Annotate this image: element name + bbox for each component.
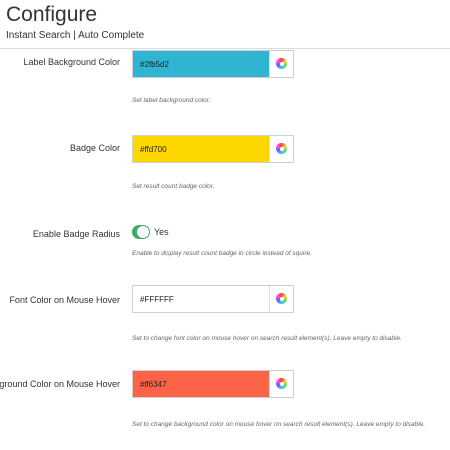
color-picker-button[interactable]: [269, 371, 293, 397]
breadcrumb: Instant Search | Auto Complete: [6, 30, 145, 41]
badge-radius-toggle-label: Yes: [154, 227, 169, 237]
label-background-color-label: Label Background Color: [23, 57, 120, 67]
bg-hover-color-value: #ff6347: [140, 380, 167, 389]
toggle-knob: [137, 226, 149, 238]
font-hover-color-help: Set to change font color on mouse hover …: [132, 335, 402, 342]
color-wheel-icon: [276, 58, 287, 69]
label-background-color-help: Set label background color.: [132, 97, 211, 104]
bg-hover-color-help: Set to change background color on mouse …: [132, 421, 426, 428]
font-hover-color-field[interactable]: #FFFFFF: [132, 285, 294, 313]
badge-color-field[interactable]: #ffd700: [132, 135, 294, 163]
label-background-color-swatch[interactable]: #2fb5d2: [133, 51, 271, 77]
badge-radius-toggle[interactable]: [132, 225, 150, 239]
color-picker-button[interactable]: [269, 51, 293, 77]
font-hover-color-label: Font Color on Mouse Hover: [9, 295, 120, 305]
configure-page: Configure Instant Search | Auto Complete…: [0, 0, 450, 450]
bg-hover-color-swatch[interactable]: #ff6347: [133, 371, 271, 397]
badge-color-label: Badge Color: [69, 143, 120, 153]
font-hover-color-swatch[interactable]: #FFFFFF: [133, 286, 271, 312]
badge-color-swatch[interactable]: #ffd700: [133, 136, 271, 162]
badge-color-value: #ffd700: [140, 145, 167, 154]
bg-hover-color-label: Background Color on Mouse Hover: [0, 379, 120, 389]
page-header: Configure Instant Search | Auto Complete: [0, 0, 450, 49]
bg-hover-color-field[interactable]: #ff6347: [132, 370, 294, 398]
color-wheel-icon: [276, 378, 287, 389]
color-picker-button[interactable]: [269, 136, 293, 162]
font-hover-color-value: #FFFFFF: [140, 295, 174, 304]
color-wheel-icon: [276, 143, 287, 154]
color-picker-button[interactable]: [269, 286, 293, 312]
badge-color-help: Set result count badge color.: [132, 183, 215, 190]
color-wheel-icon: [276, 293, 287, 304]
badge-radius-help: Enable to display result count badge in …: [132, 250, 312, 257]
page-title: Configure: [6, 3, 98, 26]
label-background-color-value: #2fb5d2: [140, 60, 169, 69]
label-background-color-field[interactable]: #2fb5d2: [132, 50, 294, 78]
badge-radius-label: Enable Badge Radius: [32, 229, 120, 239]
